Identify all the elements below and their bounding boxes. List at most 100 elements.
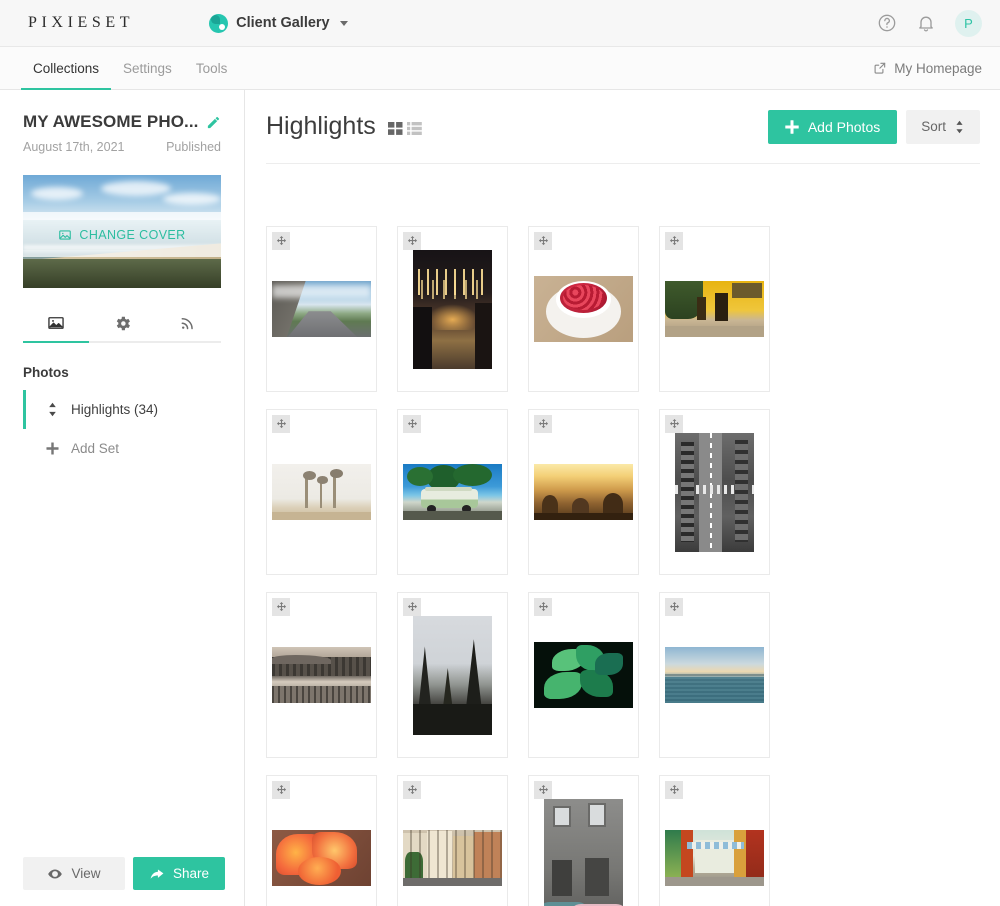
photo-image bbox=[675, 432, 754, 552]
photo-tile[interactable] bbox=[266, 409, 377, 575]
set-list: Highlights (34) Add Set bbox=[23, 390, 221, 468]
change-cover-label: CHANGE COVER bbox=[79, 227, 186, 242]
photo-tile[interactable] bbox=[659, 409, 770, 575]
photo-tile[interactable] bbox=[659, 592, 770, 758]
drag-handle-icon[interactable] bbox=[665, 781, 683, 799]
photo-tile[interactable] bbox=[266, 226, 377, 392]
drag-handle-icon[interactable] bbox=[272, 598, 290, 616]
photo-image bbox=[272, 647, 371, 703]
rss-icon bbox=[181, 318, 193, 330]
eye-icon bbox=[48, 868, 63, 879]
photo-image bbox=[534, 276, 633, 342]
collection-meta: August 17th, 2021 Published bbox=[23, 140, 221, 154]
sidebar-tabs bbox=[23, 305, 221, 343]
collection-title: MY AWESOME PHO... bbox=[23, 112, 199, 131]
page-title: Highlights bbox=[266, 112, 376, 140]
tab-tools[interactable]: Tools bbox=[184, 47, 240, 89]
drag-handle-icon[interactable] bbox=[403, 598, 421, 616]
gallery-switcher-label: Client Gallery bbox=[236, 15, 330, 31]
drag-handle-icon[interactable] bbox=[272, 415, 290, 433]
cover-photo[interactable]: CHANGE COVER bbox=[23, 175, 221, 288]
external-link-icon bbox=[874, 62, 886, 74]
drag-handle-icon[interactable] bbox=[665, 415, 683, 433]
drag-handle-icon[interactable] bbox=[665, 232, 683, 250]
add-set-button[interactable]: Add Set bbox=[23, 429, 221, 468]
photo-tile[interactable] bbox=[528, 409, 639, 575]
photo-image bbox=[272, 464, 371, 520]
collection-date: August 17th, 2021 bbox=[23, 140, 125, 154]
photo-image bbox=[413, 615, 492, 735]
photo-image bbox=[272, 281, 371, 337]
drag-handle-icon[interactable] bbox=[403, 415, 421, 433]
drag-handle-icon[interactable] bbox=[272, 232, 290, 250]
image-icon bbox=[59, 230, 72, 240]
photo-tile[interactable] bbox=[266, 775, 377, 906]
photo-grid bbox=[266, 226, 980, 906]
photo-image bbox=[272, 830, 371, 886]
drag-handle-icon[interactable] bbox=[403, 232, 421, 250]
image-icon bbox=[48, 317, 64, 329]
panel-actions: Add Photos Sort bbox=[767, 109, 980, 144]
sort-handle-icon[interactable] bbox=[41, 402, 63, 417]
help-circle-icon[interactable] bbox=[877, 13, 897, 33]
sort-button[interactable]: Sort bbox=[906, 109, 980, 144]
photo-image bbox=[534, 642, 633, 708]
gear-icon bbox=[116, 316, 130, 330]
photo-tile[interactable] bbox=[528, 775, 639, 906]
cover-cloud bbox=[101, 181, 171, 196]
photo-tile[interactable] bbox=[659, 226, 770, 392]
change-cover-button[interactable]: CHANGE COVER bbox=[23, 212, 221, 258]
pixieset-logo-icon bbox=[209, 13, 229, 33]
photo-tile[interactable] bbox=[528, 226, 639, 392]
sidebar-tab-feed[interactable] bbox=[155, 305, 221, 341]
photos-heading: Photos bbox=[23, 365, 69, 380]
bell-icon[interactable] bbox=[916, 13, 936, 33]
share-arrow-icon bbox=[150, 868, 164, 879]
add-photos-button[interactable]: Add Photos bbox=[767, 109, 898, 144]
cover-cloud bbox=[31, 187, 83, 200]
drag-handle-icon[interactable] bbox=[665, 598, 683, 616]
photo-tile[interactable] bbox=[397, 592, 508, 758]
photo-tile[interactable] bbox=[397, 409, 508, 575]
tab-settings[interactable]: Settings bbox=[111, 47, 184, 89]
photo-tile[interactable] bbox=[397, 226, 508, 392]
photo-image bbox=[665, 281, 764, 337]
drag-handle-icon[interactable] bbox=[403, 781, 421, 799]
app-logo[interactable]: PIXIESET bbox=[28, 14, 134, 32]
drag-handle-icon[interactable] bbox=[272, 781, 290, 799]
sort-label: Sort bbox=[921, 119, 946, 134]
sidebar-footer: View Share bbox=[23, 857, 225, 890]
cover-cloud bbox=[163, 193, 221, 205]
drag-handle-icon[interactable] bbox=[534, 232, 552, 250]
avatar[interactable]: P bbox=[955, 9, 982, 37]
sidebar-tab-settings[interactable] bbox=[89, 305, 155, 341]
my-homepage-label: My Homepage bbox=[894, 60, 982, 76]
share-label: Share bbox=[172, 866, 210, 881]
sidebar-tab-photos[interactable] bbox=[23, 305, 89, 343]
set-label: Highlights (34) bbox=[71, 402, 159, 417]
photo-tile[interactable] bbox=[397, 775, 508, 906]
gallery-switcher[interactable]: Client Gallery bbox=[209, 13, 348, 33]
photo-tile[interactable] bbox=[266, 592, 377, 758]
my-homepage-link[interactable]: My Homepage bbox=[873, 47, 982, 89]
sort-updown-icon bbox=[956, 120, 963, 133]
sidebar-item-highlights[interactable]: Highlights (34) bbox=[23, 390, 221, 429]
drag-handle-icon[interactable] bbox=[534, 781, 552, 799]
add-set-label: Add Set bbox=[71, 441, 120, 456]
drag-handle-icon[interactable] bbox=[534, 415, 552, 433]
collection-sidebar: MY AWESOME PHO... August 17th, 2021 Publ… bbox=[0, 90, 245, 906]
view-button[interactable]: View bbox=[23, 857, 125, 890]
pencil-icon[interactable] bbox=[206, 115, 221, 130]
tab-collections[interactable]: Collections bbox=[21, 47, 112, 90]
photo-tile[interactable] bbox=[528, 592, 639, 758]
grid-icon[interactable] bbox=[387, 122, 403, 135]
top-bar: PIXIESET Client Gallery P bbox=[0, 0, 1000, 47]
photo-image bbox=[403, 464, 502, 520]
drag-handle-icon[interactable] bbox=[534, 598, 552, 616]
share-button[interactable]: Share bbox=[133, 857, 225, 890]
photo-tile[interactable] bbox=[659, 775, 770, 906]
view-label: View bbox=[71, 866, 101, 881]
collection-header: MY AWESOME PHO... bbox=[23, 112, 221, 132]
page-body: MY AWESOME PHO... August 17th, 2021 Publ… bbox=[0, 90, 1000, 906]
list-icon[interactable] bbox=[406, 122, 422, 135]
